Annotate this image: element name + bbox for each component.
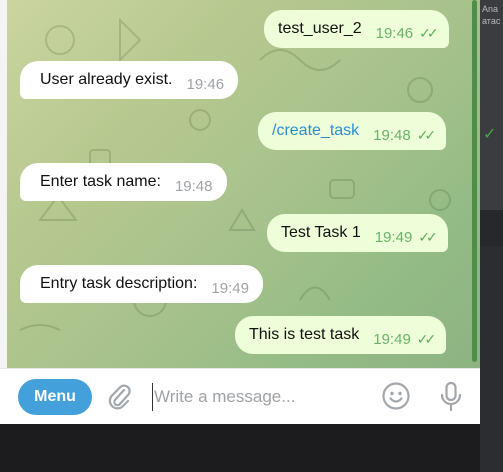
incoming-message[interactable]: Enter task name: 19:48 xyxy=(20,163,227,201)
read-check-icon: ✓✓ xyxy=(419,24,439,41)
chat-window: test_user_2 19:46 ✓✓ User already exist.… xyxy=(0,0,480,424)
message-time: 19:48 xyxy=(373,126,411,144)
message-text: test_user_2 xyxy=(278,20,362,37)
message-input[interactable] xyxy=(152,383,364,411)
message-text: Test Task 1 xyxy=(281,224,361,241)
read-check-icon: ✓✓ xyxy=(416,330,437,347)
message-time: 19:49 xyxy=(373,330,411,348)
background-panel-divider xyxy=(480,210,503,246)
background-check-icon: ✓ xyxy=(483,126,497,143)
chat-scrollbar[interactable] xyxy=(470,0,480,368)
composer-bar: Menu xyxy=(0,368,480,424)
background-text: атас xyxy=(482,16,501,26)
message-time: 19:48 xyxy=(174,177,213,195)
background-panel xyxy=(480,0,503,210)
paperclip-icon[interactable] xyxy=(106,383,132,413)
message-text: This is test task xyxy=(249,326,360,343)
bot-menu-button[interactable]: Menu xyxy=(18,379,92,415)
incoming-message[interactable]: Entry task description: 19:49 xyxy=(20,265,263,303)
outgoing-message[interactable]: /create_task 19:48 ✓✓ xyxy=(258,112,447,150)
outgoing-message[interactable]: test_user_2 19:46 ✓✓ xyxy=(264,10,449,48)
outgoing-message[interactable]: Test Task 1 19:49 ✓✓ xyxy=(267,214,448,252)
message-list[interactable]: test_user_2 19:46 ✓✓ User already exist.… xyxy=(0,0,480,368)
message-time: 19:46 xyxy=(186,75,225,93)
message-time: 19:49 xyxy=(374,228,413,246)
message-text: Enter task name: xyxy=(40,173,161,190)
outgoing-message[interactable]: This is test task 19:49 ✓✓ xyxy=(235,316,447,354)
background-text: Ana xyxy=(482,4,499,14)
bot-command-link[interactable]: /create_task xyxy=(272,122,359,140)
emoji-icon[interactable] xyxy=(381,381,411,411)
desktop-strip xyxy=(0,424,480,472)
message-text: User already exist. xyxy=(40,71,173,88)
incoming-message[interactable]: User already exist. 19:46 xyxy=(20,61,239,99)
scrollbar-thumb[interactable] xyxy=(472,0,477,362)
read-check-icon: ✓✓ xyxy=(418,228,438,245)
microphone-icon[interactable] xyxy=(438,381,464,413)
background-window: Ana атас ✓ xyxy=(480,0,503,472)
message-text: Entry task description: xyxy=(40,275,198,292)
message-time: 19:49 xyxy=(211,279,249,297)
message-time: 19:46 xyxy=(375,24,414,42)
read-check-icon: ✓✓ xyxy=(416,126,437,143)
